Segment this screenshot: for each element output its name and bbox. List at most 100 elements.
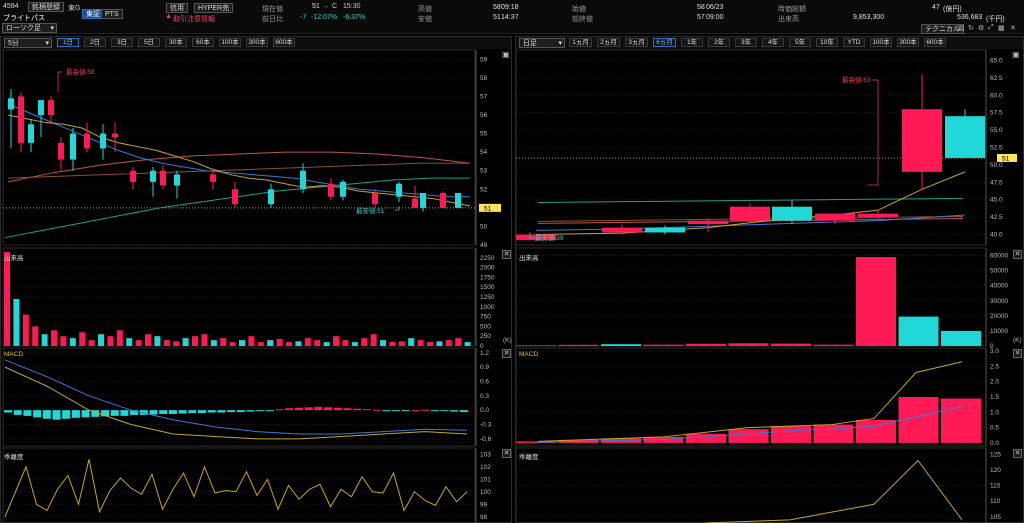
- left-volume-bar: [314, 340, 321, 346]
- left-volume-bar: [239, 340, 245, 346]
- left-volume-axis-label: 1750: [480, 274, 495, 281]
- left-candle: [18, 96, 24, 143]
- left-candle: [150, 170, 156, 182]
- right-volume-bar: [516, 345, 556, 346]
- left-volume-bar: [323, 342, 330, 346]
- left-macd-chart: 1.2 0.9 0.6 0.3 0.0 -0.3 -0.6: [2, 347, 492, 447]
- left-kairi-axis-label: 100: [480, 489, 491, 496]
- left-volume-bar: [248, 336, 255, 346]
- left-kairi-axis-label: 99: [480, 501, 488, 508]
- right-kairi-axis-label: 115: [990, 483, 1001, 490]
- right-volume-close-icon[interactable]: ✕: [1013, 250, 1022, 259]
- left-price-axis-label: 52: [480, 186, 488, 193]
- right-macd-bar: [771, 426, 811, 443]
- left-volume-bar: [276, 338, 283, 346]
- right-macd-close-icon[interactable]: ✕: [1013, 349, 1022, 358]
- right-candle: [645, 227, 685, 233]
- right-volume-bar: [643, 344, 684, 346]
- left-macd-bar: [62, 410, 71, 419]
- right-volume-title: 出来高: [519, 255, 539, 262]
- left-candle: [38, 100, 44, 115]
- right-price-axis-label: 47.5: [990, 179, 1003, 186]
- left-volume-bar: [436, 341, 443, 346]
- right-candle: [858, 213, 898, 218]
- left-kairi-close-icon[interactable]: ✕: [502, 449, 511, 458]
- left-candle: [210, 174, 216, 182]
- left-macd-bar: [207, 410, 216, 413]
- left-volume-bar: [4, 251, 10, 346]
- left-price-chart: 595857565554535251504951最高値:58最安値:51: [2, 49, 501, 249]
- right-macd-axis-label: 0.0: [990, 440, 999, 447]
- left-low-annotation: 最安値:51: [356, 206, 385, 215]
- left-kairi-axis-label: 98: [480, 514, 488, 521]
- left-macd-bar: [120, 410, 129, 416]
- right-candle: [945, 116, 985, 158]
- left-macd-bar: [382, 410, 391, 412]
- left-volume-bar: [145, 334, 151, 346]
- left-price-axis-label: 50: [480, 223, 488, 230]
- left-high-annotation: 最高値:58: [66, 67, 95, 76]
- right-candle: [602, 227, 642, 233]
- left-kairi-axis-label: 103: [480, 451, 491, 458]
- right-macd-axis-label: 1.5: [990, 394, 999, 401]
- left-volume-bar: [60, 336, 67, 346]
- right-volume-chart: 6000050000400003000020000100000(K): [515, 247, 1022, 350]
- right-volume-axis-label: 60000: [990, 253, 1008, 260]
- left-macd-bar: [265, 410, 274, 412]
- left-volume-bar: [286, 342, 292, 346]
- left-macd-bar: [275, 409, 284, 411]
- right-kairi-axis-label: 105: [990, 514, 1001, 521]
- left-volume-bar: [201, 334, 208, 346]
- left-volume-bar: [154, 336, 161, 346]
- left-candle: [328, 183, 334, 197]
- left-candle: [130, 170, 136, 182]
- left-volume-close-icon[interactable]: ✕: [502, 250, 511, 259]
- left-candle: [268, 189, 274, 205]
- left-volume-bar: [445, 340, 452, 346]
- right-volume-axis-label: 10000: [990, 328, 1008, 335]
- left-candle: [8, 98, 14, 110]
- left-macd-bar: [81, 410, 90, 418]
- left-macd-bar: [4, 410, 12, 413]
- left-price-axis-label: 53: [480, 168, 488, 175]
- left-macd-bar: [236, 410, 245, 413]
- left-candle: [160, 170, 166, 186]
- left-volume-bar: [79, 332, 86, 346]
- left-macd-bar: [353, 408, 362, 411]
- left-chart-settings-icon[interactable]: ▣: [502, 50, 510, 59]
- left-volume-bar: [107, 336, 114, 346]
- left-ma-long1: [7, 151, 471, 183]
- left-macd-bar: [52, 410, 61, 420]
- left-macd-bar: [430, 410, 439, 412]
- left-macd-line: [4, 366, 468, 440]
- left-macd-close-icon[interactable]: ✕: [502, 349, 511, 358]
- left-volume-bar: [257, 342, 264, 346]
- left-volume-bar: [361, 338, 368, 346]
- right-kairi-close-icon[interactable]: ✕: [1013, 449, 1022, 458]
- left-volume-axis-label: 1000: [480, 304, 495, 311]
- left-macd-bar: [362, 409, 371, 411]
- left-volume-bar: [267, 340, 274, 346]
- right-price-axis-label: 52.5: [990, 145, 1003, 152]
- left-candle: [28, 124, 34, 143]
- right-candle: [772, 206, 812, 221]
- left-candle: [70, 133, 76, 160]
- right-macd-axis-label: 0.5: [990, 425, 999, 432]
- right-macd-bar: [941, 398, 981, 443]
- right-price-axis-label: 40.0: [990, 232, 1003, 239]
- right-price-axis-label: 50.0: [990, 162, 1003, 169]
- right-chart-settings-icon[interactable]: ▣: [1012, 50, 1020, 59]
- left-volume-bar: [163, 340, 170, 346]
- right-price-axis-label: 55.0: [990, 127, 1003, 134]
- left-macd-bar: [392, 410, 400, 412]
- left-volume-bar: [333, 336, 339, 346]
- right-price-chart: 65.0 62.5 60.0 57.5 55.0 52.5 50.0 47.5 45.0 42.5…: [515, 49, 1017, 246]
- right-volume-bar: [771, 343, 811, 346]
- right-volume-axis-label: 30000: [990, 298, 1008, 305]
- left-volume-bar: [135, 340, 142, 346]
- left-macd-bar: [227, 410, 236, 413]
- right-kairi-axis-label: 120: [990, 467, 1001, 474]
- right-kairi-chart: 125 120 115 110 105: [515, 447, 1001, 523]
- left-macd-bar: [33, 410, 42, 418]
- right-price-axis-label: 45.0: [990, 197, 1003, 204]
